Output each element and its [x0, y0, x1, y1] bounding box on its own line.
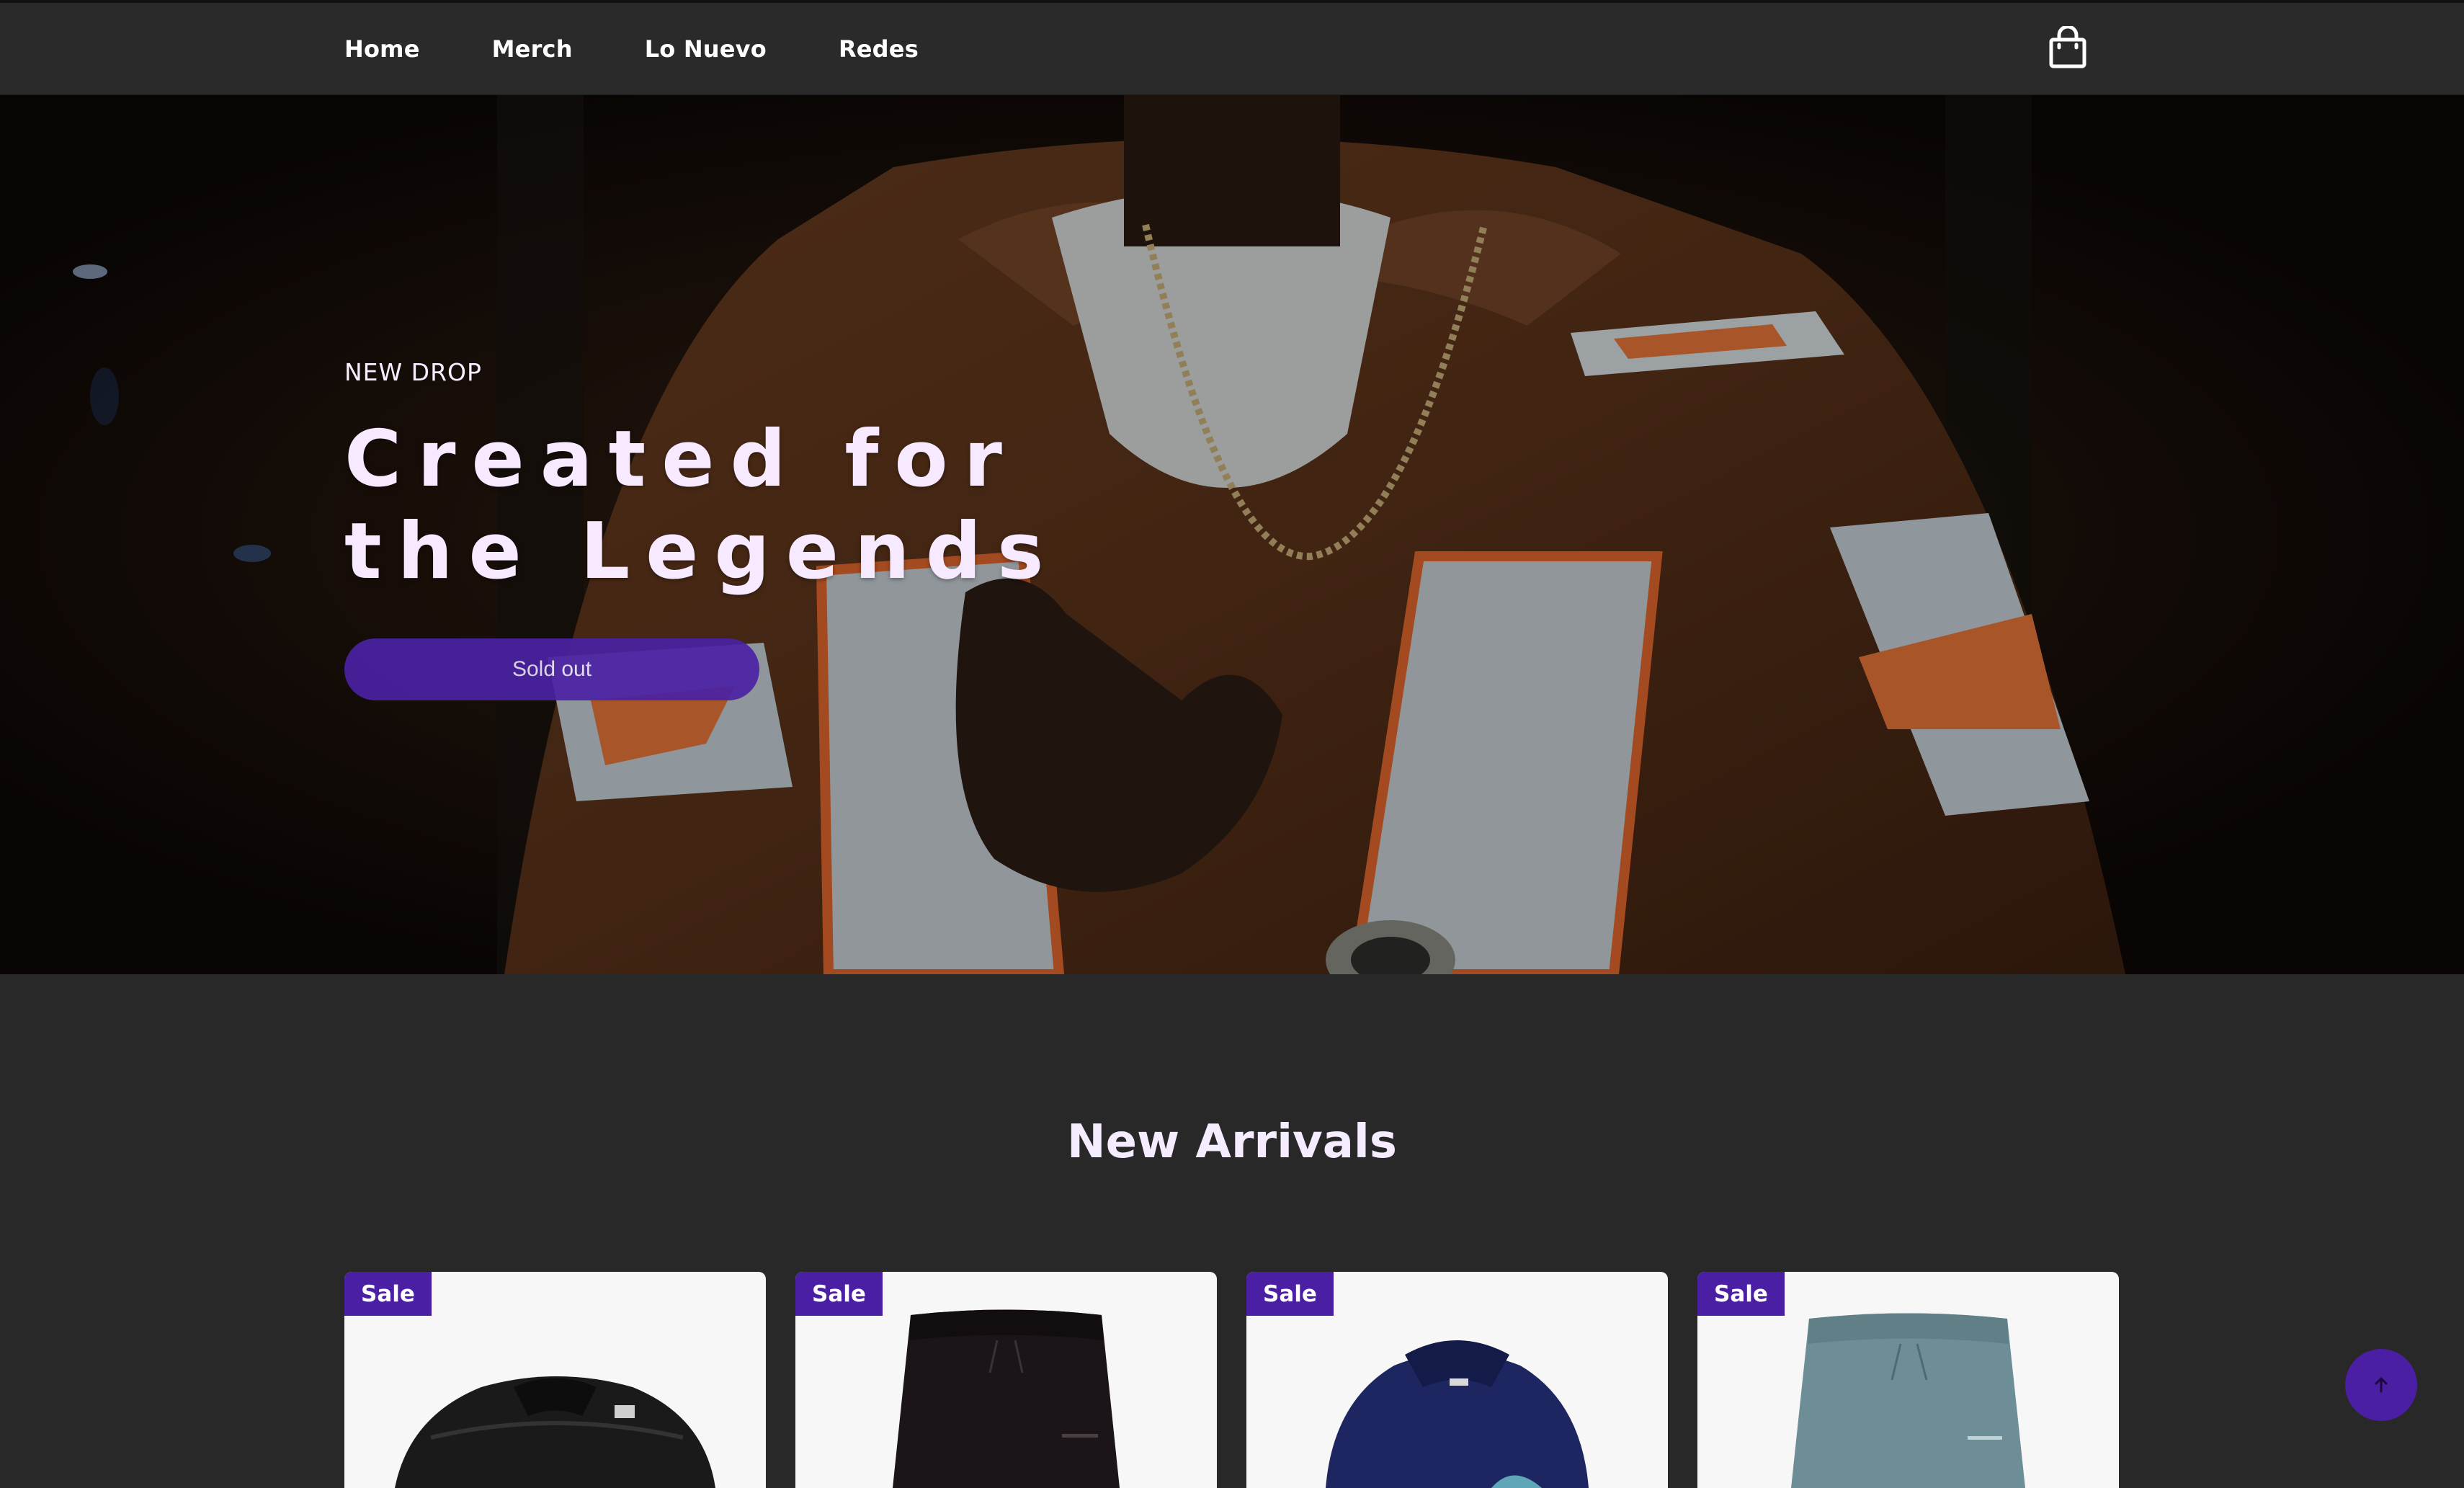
- hero-eyebrow: NEW DROP: [344, 358, 482, 386]
- sale-badge: Sale: [795, 1272, 883, 1316]
- nav-link-home[interactable]: Home: [344, 35, 420, 63]
- sale-badge: Sale: [344, 1272, 432, 1316]
- hero-banner: NEW DROP Created for the Legends Sold ou…: [0, 95, 2464, 974]
- scroll-to-top-button[interactable]: [2345, 1349, 2417, 1421]
- new-arrivals-title: New Arrivals: [1067, 1115, 1397, 1169]
- shopping-bag-icon[interactable]: [2048, 26, 2087, 69]
- nav-link-merch[interactable]: Merch: [492, 35, 573, 63]
- navbar: Home Merch Lo Nuevo Redes: [0, 0, 2464, 95]
- hero-text-block: NEW DROP Created for the Legends: [344, 358, 1209, 598]
- main-nav: Home Merch Lo Nuevo Redes: [344, 3, 991, 95]
- sale-badge: Sale: [1697, 1272, 1785, 1316]
- nav-link-redes[interactable]: Redes: [839, 35, 919, 63]
- sold-out-button[interactable]: Sold out: [344, 638, 759, 700]
- arrow-up-icon: [2375, 1377, 2388, 1393]
- sale-badge: Sale: [1246, 1272, 1334, 1316]
- product-card[interactable]: Sale: [1246, 1272, 1668, 1488]
- product-card[interactable]: Sale: [344, 1272, 766, 1488]
- nav-link-lo-nuevo[interactable]: Lo Nuevo: [645, 35, 767, 63]
- product-card[interactable]: Sale: [795, 1272, 1217, 1488]
- product-card[interactable]: Sale: [1697, 1272, 2119, 1488]
- hero-title: Created for the Legends: [344, 414, 1060, 597]
